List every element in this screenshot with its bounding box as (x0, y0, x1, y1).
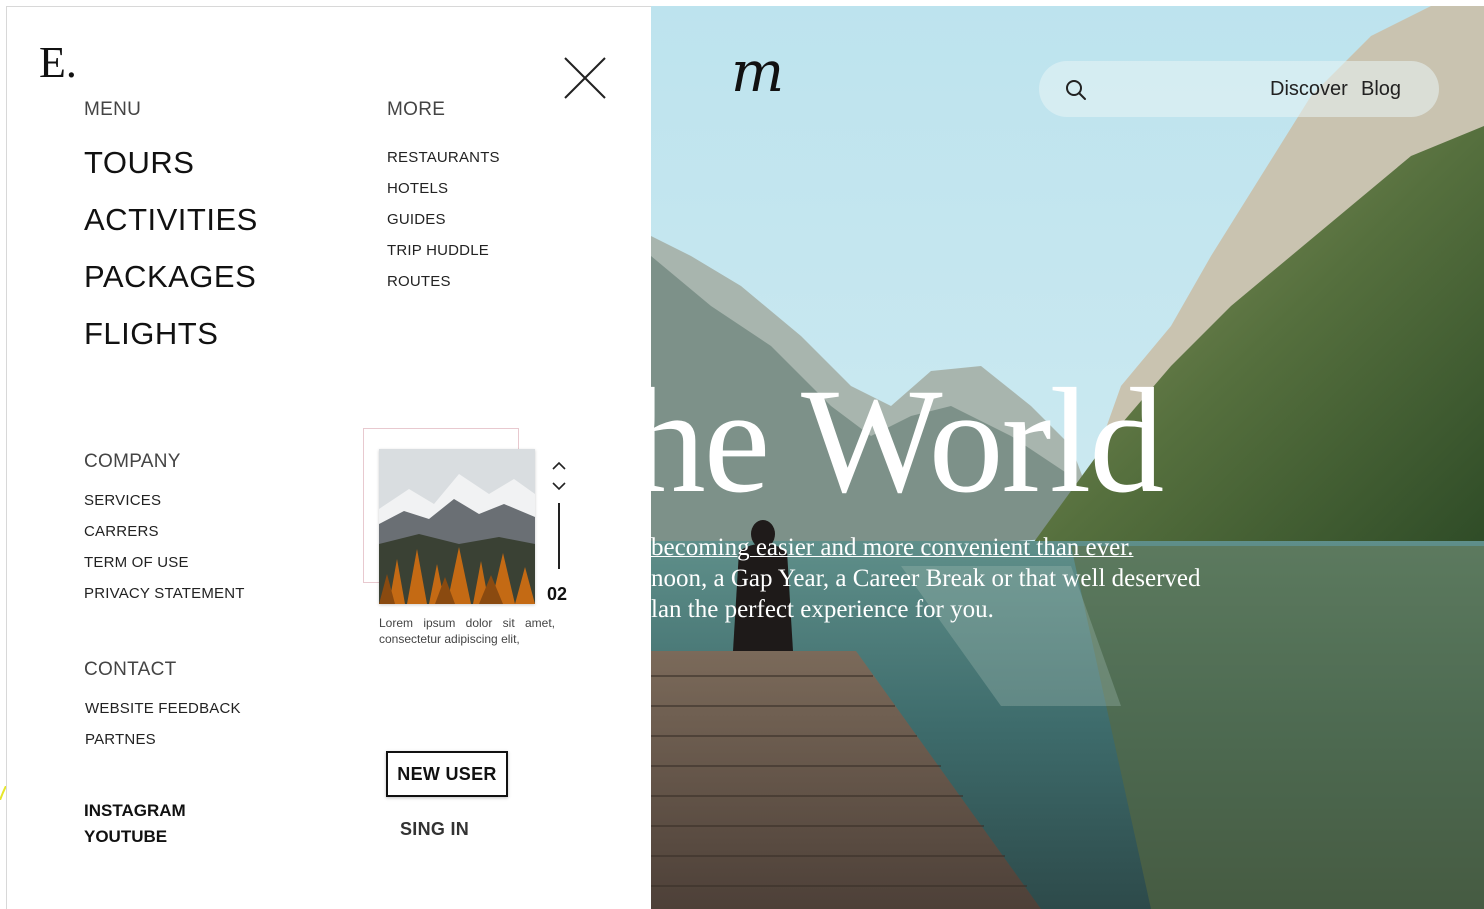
more-item-trip-huddle[interactable]: TRIP HUDDLE (387, 242, 489, 259)
hero-subtext: becoming easier and more convenient than… (651, 532, 1291, 625)
menu-item-activities[interactable]: ACTIVITIES (84, 202, 258, 238)
hero-subtext-line: lan the perfect experience for you. (651, 596, 994, 623)
contact-item-feedback[interactable]: WEBSITE FEEDBACK (85, 700, 241, 717)
gallery-progress-line (558, 503, 560, 569)
more-item-guides[interactable]: GUIDES (387, 211, 446, 228)
menu-item-flights[interactable]: FLIGHTS (84, 316, 218, 352)
company-item-terms[interactable]: TERM OF USE (84, 554, 189, 571)
nav-link-blog[interactable]: Blog (1361, 78, 1401, 101)
company-section-title: COMPANY (84, 451, 181, 472)
company-item-careers[interactable]: CARRERS (84, 523, 159, 540)
social-link-instagram[interactable]: INSTAGRAM (84, 801, 186, 821)
close-icon (564, 57, 606, 99)
company-item-services[interactable]: SERVICES (84, 492, 161, 509)
gallery-image[interactable] (379, 449, 535, 604)
hero-section: m Discover Blog the World becoming easie… (651, 6, 1484, 909)
more-section-title: MORE (387, 99, 446, 120)
chevron-up-icon[interactable] (551, 459, 567, 471)
brand-logo[interactable]: E. (39, 37, 77, 88)
gallery-caption: Lorem ipsum dolor sit amet, consectetur … (379, 616, 555, 646)
decorative-accent-mark (0, 786, 6, 800)
more-item-hotels[interactable]: HOTELS (387, 180, 448, 197)
social-link-youtube[interactable]: YOUTUBE (84, 827, 167, 847)
search-icon[interactable] (1065, 79, 1087, 101)
menu-panel: E. MENU TOURS ACTIVITIES PACKAGES FLIGHT… (6, 6, 651, 909)
menu-section-title: MENU (84, 99, 142, 120)
hero-signature-logo[interactable]: m (731, 40, 784, 105)
hero-subtext-line: becoming easier and more convenient than… (651, 534, 1134, 561)
sign-in-button[interactable]: SING IN (400, 819, 469, 840)
new-user-button[interactable]: NEW USER (386, 751, 508, 797)
contact-item-partners[interactable]: PARTNES (85, 731, 156, 748)
hero-subtext-line: noon, a Gap Year, a Career Break or that… (651, 565, 1201, 592)
more-item-restaurants[interactable]: RESTAURANTS (387, 149, 500, 166)
chevron-down-icon[interactable] (551, 479, 567, 491)
contact-section-title: CONTACT (84, 659, 177, 680)
close-button[interactable] (563, 56, 607, 100)
more-item-routes[interactable]: ROUTES (387, 273, 451, 290)
gallery-counter: 02 (547, 584, 568, 604)
hero-headline: the World (651, 358, 1164, 524)
hero-search-bar: Discover Blog (1039, 61, 1439, 117)
company-item-privacy[interactable]: PRIVACY STATEMENT (84, 585, 245, 602)
menu-item-tours[interactable]: TOURS (84, 145, 194, 181)
nav-link-discover[interactable]: Discover (1270, 78, 1348, 101)
menu-item-packages[interactable]: PACKAGES (84, 259, 256, 295)
